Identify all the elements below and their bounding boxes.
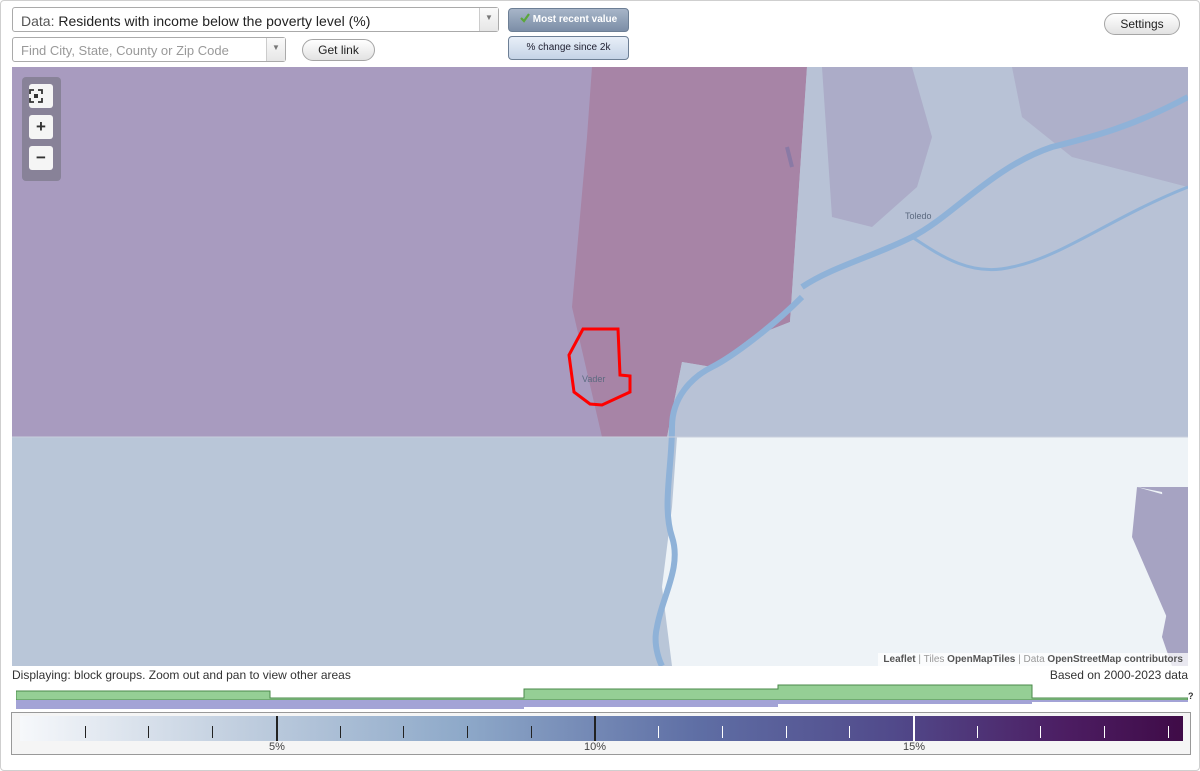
fit-bounds-button[interactable]: [29, 84, 53, 108]
histogram-bar: [1032, 700, 1188, 702]
find-location-input[interactable]: Find City, State, County or Zip Code ▼: [12, 37, 286, 62]
find-placeholder: Find City, State, County or Zip Code: [21, 43, 229, 58]
map-region-pale: [662, 437, 1188, 666]
chevron-down-icon: ▼: [485, 13, 493, 22]
map-attribution: Leaflet | Tiles OpenMapTiles | Data Open…: [878, 653, 1188, 666]
chevron-down-icon: ▼: [272, 43, 280, 52]
data-prefix: Data:: [21, 13, 55, 29]
most-recent-label: Most recent value: [532, 14, 618, 25]
zoom-controls: + −: [22, 77, 61, 181]
openstreetmap-link[interactable]: OpenStreetMap contributors: [1047, 654, 1183, 665]
settings-button[interactable]: Settings: [1104, 13, 1180, 35]
histogram-bar: [270, 700, 524, 709]
color-legend: 5% 10% 15%: [11, 712, 1191, 755]
legend-label-10: 10%: [583, 741, 607, 753]
town-label-toledo: Toledo: [905, 211, 932, 221]
displaying-text: Displaying: block groups. Zoom out and p…: [12, 668, 351, 682]
data-value: Residents with income below the poverty …: [58, 13, 371, 29]
get-link-button[interactable]: Get link: [302, 39, 375, 61]
town-label-vader: Vader: [582, 374, 606, 384]
map-region-west: [12, 67, 667, 437]
zoom-out-button[interactable]: −: [29, 146, 53, 170]
data-select[interactable]: Data: Residents with income below the po…: [12, 7, 499, 32]
legend-help[interactable]: ?: [1188, 691, 1194, 701]
data-dropdown-button[interactable]: ▼: [479, 8, 498, 31]
check-icon: [519, 13, 530, 23]
most-recent-value-toggle[interactable]: Most recent value: [508, 8, 629, 32]
histogram-bar: [524, 700, 778, 707]
legend-label-15: 15%: [902, 741, 926, 753]
leaflet-link[interactable]: Leaflet: [883, 654, 915, 665]
histogram-green: [16, 684, 1188, 701]
histogram-bar: [778, 700, 1032, 704]
legend-gradient: [20, 716, 1183, 741]
legend-label-5: 5%: [269, 741, 285, 753]
top-toolbar: Data: Residents with income below the po…: [0, 0, 1200, 66]
map-canvas[interactable]: [12, 67, 1188, 666]
change-since-2k-toggle[interactable]: % change since 2k: [508, 36, 629, 60]
histogram-bar: [16, 700, 270, 709]
map-viewport[interactable]: Vader Toledo + − Leaflet | Tiles OpenMap…: [12, 67, 1188, 666]
legend-histogram: [16, 684, 1188, 709]
fit-bounds-icon: [29, 89, 43, 103]
zoom-in-button[interactable]: +: [29, 115, 53, 139]
openmaptiles-link[interactable]: OpenMapTiles: [947, 654, 1015, 665]
based-on-text: Based on 2000-2023 data: [1049, 668, 1188, 682]
find-dropdown-button[interactable]: ▼: [266, 38, 285, 61]
